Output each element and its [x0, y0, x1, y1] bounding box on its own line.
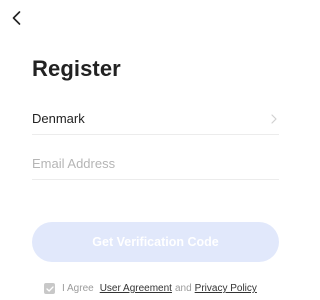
- privacy-policy-link[interactable]: Privacy Policy: [195, 283, 257, 294]
- agreement-row: I Agree User Agreement and Privacy Polic…: [44, 283, 257, 294]
- checkmark-icon: [45, 285, 54, 292]
- agreement-joiner: and: [174, 283, 192, 294]
- back-button[interactable]: [6, 7, 26, 29]
- page-title: Register: [32, 56, 121, 81]
- user-agreement-link[interactable]: User Agreement: [100, 283, 172, 294]
- email-input[interactable]: [32, 156, 279, 171]
- email-field-row: [32, 148, 279, 180]
- region-selector[interactable]: Denmark: [32, 103, 279, 135]
- agreement-checkbox[interactable]: [44, 283, 55, 294]
- region-value: Denmark: [32, 111, 85, 126]
- chevron-right-icon: [271, 113, 277, 124]
- register-screen: Register Denmark Get Verification Code I…: [0, 0, 279, 300]
- get-verification-code-button[interactable]: Get Verification Code: [32, 222, 279, 262]
- chevron-left-icon: [12, 11, 20, 25]
- agreement-prefix: I Agree: [62, 283, 94, 294]
